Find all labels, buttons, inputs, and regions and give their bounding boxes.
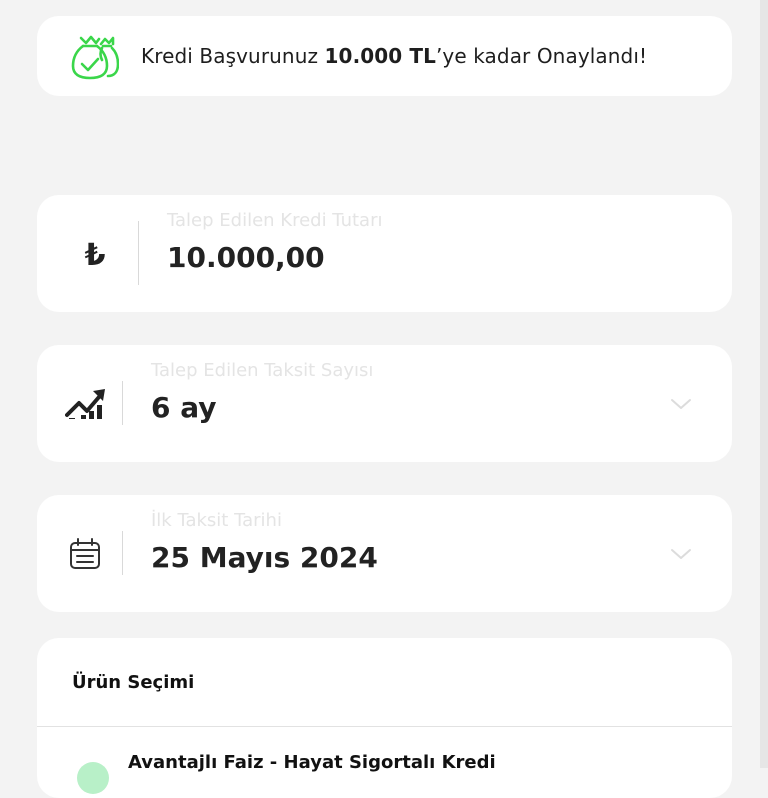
chevron-down-icon[interactable] bbox=[670, 547, 692, 561]
chevron-down-icon[interactable] bbox=[670, 397, 692, 411]
first-installment-date-field[interactable]: İlk Taksit Tarihi 25 Mayıs 2024 bbox=[37, 495, 732, 612]
growth-chart-icon bbox=[65, 389, 105, 419]
product-selection-card: Ürün Seçimi Avantajlı Faiz - Hayat Sigor… bbox=[37, 638, 732, 798]
installment-count-field[interactable]: Talep Edilen Taksit Sayısı 6 ay bbox=[37, 345, 732, 462]
loan-amount-field[interactable]: ₺ Talep Edilen Kredi Tutarı 10.000,00 bbox=[37, 195, 732, 312]
field-divider bbox=[122, 381, 123, 425]
product-option-label[interactable]: Avantajlı Faiz - Hayat Sigortalı Kredi bbox=[128, 752, 496, 773]
loan-amount-label: Talep Edilen Kredi Tutarı bbox=[167, 210, 383, 231]
installment-count-value[interactable]: 6 ay bbox=[151, 391, 217, 424]
approval-message: Kredi Başvurunuz 10.000 TL’ye kadar Onay… bbox=[141, 44, 648, 68]
field-divider bbox=[122, 531, 123, 575]
product-option-radio[interactable] bbox=[77, 762, 109, 794]
approval-banner: Kredi Başvurunuz 10.000 TL’ye kadar Onay… bbox=[37, 16, 732, 96]
field-divider bbox=[138, 221, 139, 285]
first-installment-date-label: İlk Taksit Tarihi bbox=[151, 510, 282, 531]
loan-amount-value[interactable]: 10.000,00 bbox=[167, 241, 325, 274]
calendar-icon bbox=[70, 538, 100, 569]
scrollbar-track[interactable] bbox=[760, 0, 768, 768]
installment-count-label: Talep Edilen Taksit Sayısı bbox=[151, 360, 374, 381]
section-divider bbox=[37, 726, 732, 727]
money-bag-check-icon bbox=[71, 35, 119, 80]
turkish-lira-icon: ₺ bbox=[84, 237, 106, 273]
product-selection-title: Ürün Seçimi bbox=[72, 672, 195, 693]
approved-amount: 10.000 TL bbox=[324, 44, 436, 68]
first-installment-date-value[interactable]: 25 Mayıs 2024 bbox=[151, 541, 378, 574]
